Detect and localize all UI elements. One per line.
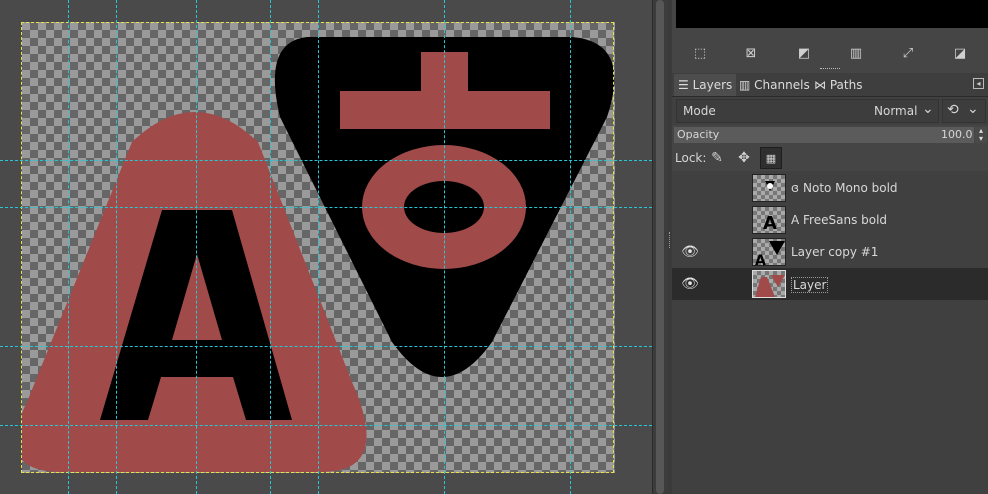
layer-row-selected[interactable]: [672, 268, 988, 300]
guide-vertical[interactable]: [270, 0, 271, 494]
guide-horizontal[interactable]: [0, 425, 652, 426]
scrollbar-thumb[interactable]: [656, 0, 664, 494]
channel-to-selection-icon[interactable]: ▥: [845, 43, 867, 65]
chevron-down-icon[interactable]: ⌄: [967, 101, 979, 117]
layer-name[interactable]: Layer copy #1: [791, 245, 878, 259]
layer-name[interactable]: Layer: [791, 277, 829, 293]
tab-menu-icon[interactable]: ◂: [973, 78, 984, 89]
navigation-preview[interactable]: [676, 0, 988, 28]
tab-channels[interactable]: ▥ Channels: [735, 74, 814, 96]
stroke-selection-icon[interactable]: ◪: [949, 43, 971, 65]
eye-icon[interactable]: 👁: [680, 274, 700, 294]
lock-position-icon[interactable]: ✥: [733, 147, 755, 169]
select-all-icon[interactable]: ⬚: [689, 43, 711, 65]
lock-pixels-icon[interactable]: ✎: [706, 147, 728, 169]
guide-horizontal[interactable]: [0, 346, 652, 347]
select-none-icon[interactable]: ⊠: [740, 43, 762, 65]
paths-icon: ⋈: [814, 78, 826, 92]
svg-text:A: A: [763, 213, 777, 234]
layer-name[interactable]: A FreeSans bold: [791, 213, 887, 227]
guide-vertical[interactable]: [318, 0, 319, 494]
eye-icon[interactable]: 👁: [680, 242, 700, 262]
opacity-label: Opacity: [677, 128, 720, 141]
reset-icon[interactable]: ⟲: [947, 102, 959, 118]
layer-thumbnail: A: [752, 206, 786, 234]
layer-thumbnail: [752, 270, 786, 298]
layers-icon: ☰: [678, 78, 689, 92]
invert-selection-icon[interactable]: ◩: [793, 43, 815, 65]
layer-thumbnail: A: [752, 238, 786, 266]
guide-vertical[interactable]: [570, 0, 571, 494]
guide-horizontal[interactable]: [0, 160, 652, 161]
text-layer-icon: ɞ: [791, 181, 799, 195]
guide-vertical[interactable]: [68, 0, 69, 494]
mode-label: Mode: [683, 104, 716, 118]
guide-horizontal[interactable]: [0, 207, 652, 208]
opacity-value[interactable]: 100.0: [941, 128, 973, 141]
lock-alpha-icon[interactable]: ▦: [760, 147, 782, 169]
mode-value[interactable]: Normal: [874, 104, 917, 118]
layer-name[interactable]: Noto Mono bold: [803, 181, 898, 195]
lock-label: Lock:: [675, 151, 707, 165]
layer-thumbnail: [752, 174, 786, 202]
grip-icon[interactable]: [820, 68, 840, 71]
channels-icon: ▥: [739, 78, 751, 92]
svg-text:A: A: [755, 253, 766, 266]
selection-to-path-icon[interactable]: ⤢: [897, 43, 919, 65]
tab-paths[interactable]: ⋈ Paths: [810, 74, 866, 96]
guide-vertical[interactable]: [116, 0, 117, 494]
tab-layers[interactable]: ☰ Layers: [674, 74, 737, 96]
guide-vertical[interactable]: [444, 0, 445, 494]
chevron-down-icon[interactable]: ⌄: [922, 101, 934, 117]
opacity-spinner[interactable]: ▴ ▾: [975, 127, 987, 143]
guide-vertical[interactable]: [196, 0, 197, 494]
